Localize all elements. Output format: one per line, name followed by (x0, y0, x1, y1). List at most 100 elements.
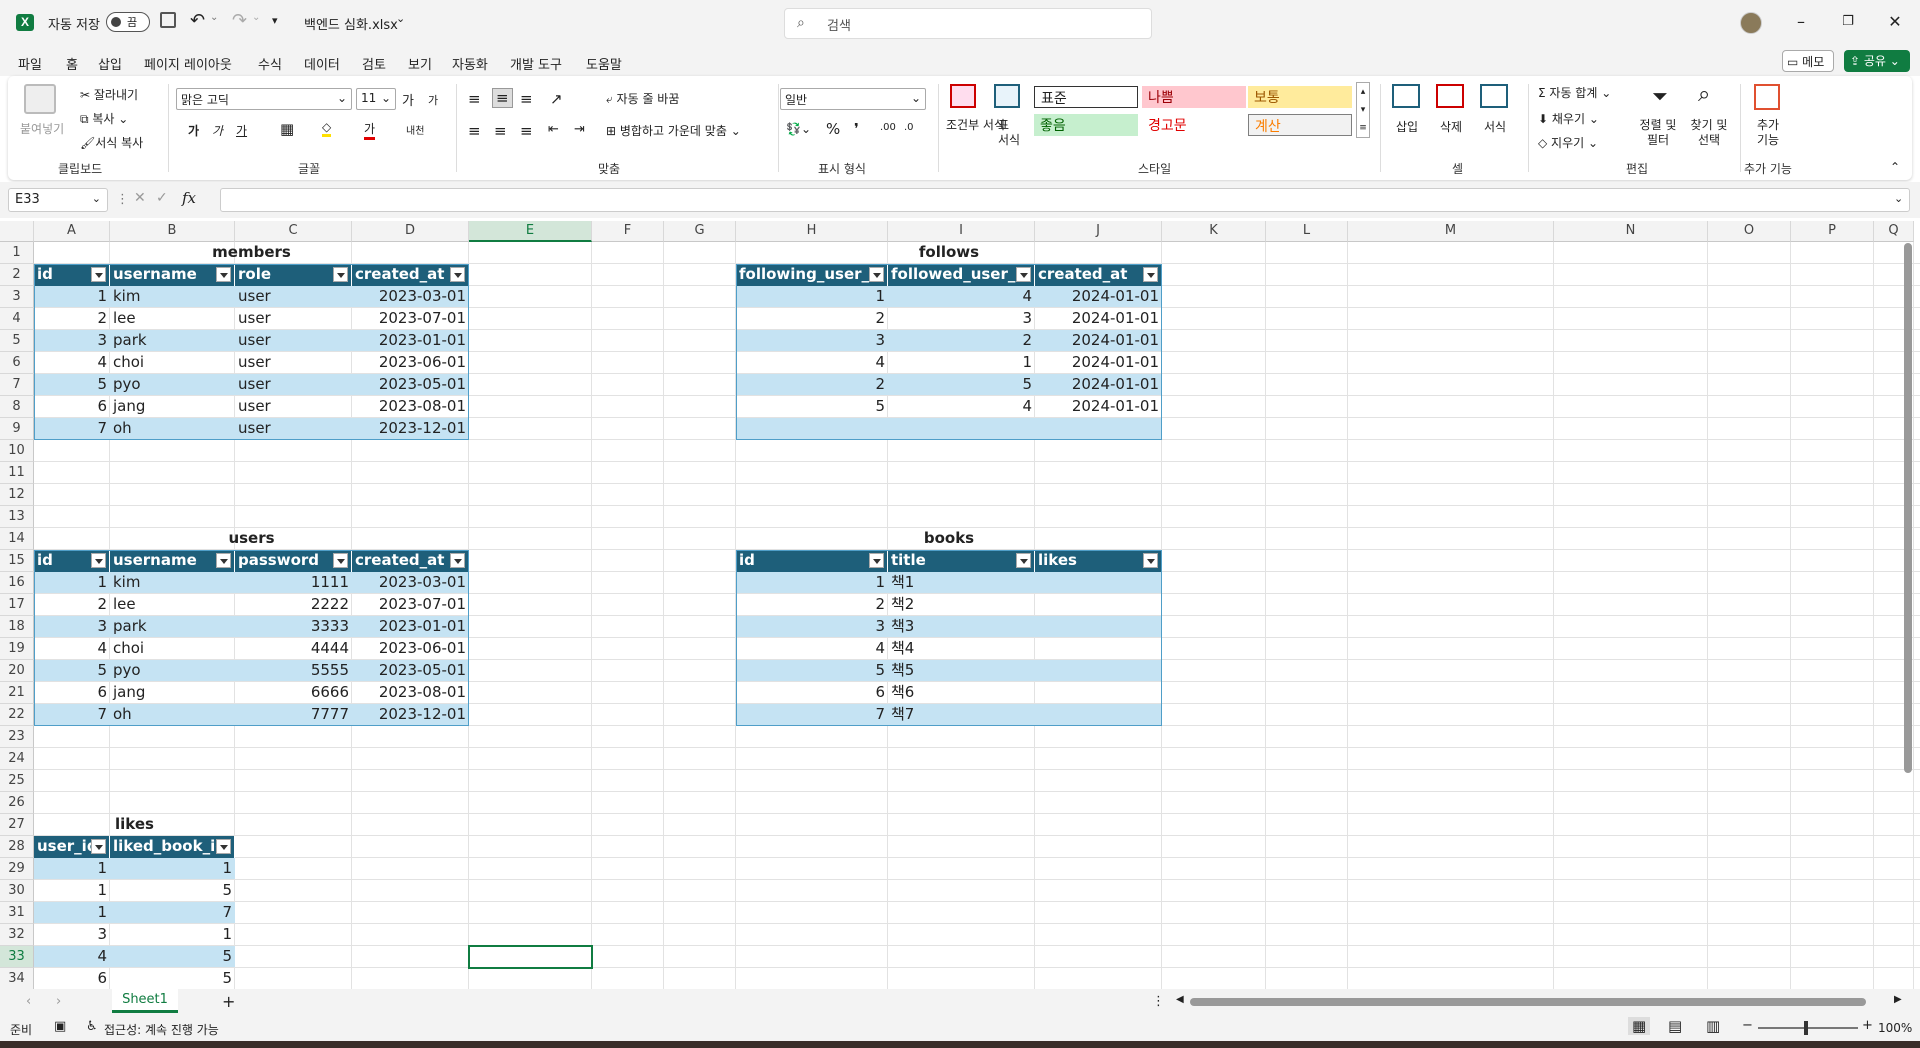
tab-data[interactable]: 데이터 (304, 54, 340, 73)
paste-button[interactable]: 붙여넣기 (20, 120, 64, 137)
row-header-31[interactable]: 31 (0, 902, 34, 924)
clear-button[interactable]: ◇ 지우기 ⌄ (1538, 134, 1598, 151)
fill-color-icon[interactable]: ◇ (322, 120, 332, 137)
filter-dropdown-icon[interactable] (91, 839, 106, 854)
zoom-slider[interactable] (1758, 1027, 1858, 1029)
filter-dropdown-icon[interactable] (216, 839, 231, 854)
insert-cells-icon[interactable] (1392, 84, 1420, 108)
merge-center-button[interactable]: ⊞ 병합하고 가운데 맞춤 ⌄ (606, 122, 741, 139)
font-size-dropdown[interactable]: 11 ⌄ (356, 88, 396, 110)
shrink-font-button[interactable]: 가 (428, 92, 438, 108)
page-break-view-icon[interactable]: ▥ (1706, 1017, 1720, 1035)
delete-cells-icon[interactable] (1436, 84, 1464, 108)
orientation-icon[interactable]: ↗ (550, 90, 563, 108)
share-button[interactable]: ⇪ 공유 ⌄ (1844, 50, 1910, 72)
bold-button[interactable]: 가 (188, 122, 199, 139)
row-header-19[interactable]: 19 (0, 638, 34, 660)
decrease-decimal-icon[interactable]: .0 (904, 122, 914, 133)
format-cells-button[interactable]: 서식 (1484, 118, 1506, 135)
tab-file[interactable]: 파일 (18, 54, 42, 73)
row-header-30[interactable]: 30 (0, 880, 34, 902)
style-warning[interactable]: 경고문 (1142, 114, 1246, 136)
row-header-6[interactable]: 6 (0, 352, 34, 374)
wrap-text-button[interactable]: ⤶ 자동 줄 바꿈 (606, 90, 679, 107)
more-icon[interactable]: ⋮ (116, 192, 129, 207)
row-header-32[interactable]: 32 (0, 924, 34, 946)
copy-button[interactable]: ⧉ 복사 ⌄ (80, 110, 128, 127)
number-format-dropdown[interactable]: 일반 ⌄ (780, 88, 926, 110)
insert-cells-button[interactable]: 삽입 (1396, 118, 1418, 135)
tab-formulas[interactable]: 수식 (258, 54, 282, 73)
zoom-in-icon[interactable]: + (1862, 1018, 1873, 1033)
format-painter-button[interactable]: 🖌서식 복사 (80, 134, 143, 151)
row-header-16[interactable]: 16 (0, 572, 34, 594)
column-header-Q[interactable]: Q (1874, 221, 1914, 242)
row-header-15[interactable]: 15 (0, 550, 34, 572)
row-header-34[interactable]: 34 (0, 968, 34, 989)
style-normal[interactable]: 표준 (1034, 86, 1138, 108)
table-header-likes-user_id[interactable]: user_id (34, 836, 110, 858)
column-header-K[interactable]: K (1162, 221, 1266, 242)
table-cell-likes[interactable]: 5 (110, 880, 235, 902)
style-calculation[interactable]: 계산 (1248, 114, 1352, 136)
phonetic-icon[interactable]: 내천 (406, 122, 424, 137)
zoom-out-icon[interactable]: − (1742, 1018, 1753, 1033)
column-header-P[interactable]: P (1791, 221, 1874, 242)
column-header-G[interactable]: G (664, 221, 736, 242)
conditional-format-icon[interactable] (950, 84, 976, 108)
accessibility-status[interactable]: 접근성: 계속 진행 가능 (104, 1021, 219, 1038)
row-header-21[interactable]: 21 (0, 682, 34, 704)
tab-insert[interactable]: 삽입 (98, 54, 122, 73)
macro-record-icon[interactable]: ▣ (54, 1019, 66, 1034)
column-header-H[interactable]: H (736, 221, 888, 242)
autosum-button[interactable]: Σ 자동 합계 ⌄ (1538, 84, 1611, 101)
normal-view-icon[interactable]: ▦ (1628, 1017, 1651, 1035)
table-cell-likes[interactable]: 1 (110, 924, 235, 946)
italic-button[interactable]: 가 (212, 122, 223, 139)
underline-button[interactable]: 가 (236, 122, 247, 139)
table-cell-likes[interactable]: 5 (110, 968, 235, 989)
cancel-icon[interactable]: ✕ (134, 190, 146, 206)
autosave-toggle[interactable]: 끔 (106, 12, 150, 32)
tab-review[interactable]: 검토 (362, 54, 386, 73)
row-header-7[interactable]: 7 (0, 374, 34, 396)
filename-chevron-icon[interactable]: ⌄ (396, 12, 405, 25)
style-good[interactable]: 좋음 (1034, 114, 1138, 136)
add-sheet-icon[interactable]: + (222, 992, 235, 1011)
decrease-indent-icon[interactable]: ⇤ (548, 122, 559, 137)
undo-dropdown-icon[interactable]: ⌄ (210, 12, 218, 23)
file-name[interactable]: 백엔드 심화.xlsx (304, 14, 398, 33)
row-header-29[interactable]: 29 (0, 858, 34, 880)
expand-formula-icon[interactable]: ⌄ (1894, 192, 1903, 205)
column-header-C[interactable]: C (235, 221, 352, 242)
format-as-table-icon[interactable] (994, 84, 1020, 108)
zoom-level[interactable]: 100% (1878, 1021, 1912, 1035)
scroll-right-icon[interactable]: ▶ (1894, 994, 1902, 1005)
accessibility-icon[interactable]: ♿ (86, 1019, 98, 1034)
font-name-dropdown[interactable]: 맑은 고딕 ⌄ (176, 88, 352, 110)
sort-filter-button[interactable]: 정렬 및 필터 (1638, 118, 1678, 148)
column-header-F[interactable]: F (592, 221, 664, 242)
formula-input[interactable] (220, 188, 1910, 212)
align-top-icon[interactable]: ≡ (468, 90, 481, 108)
table-cell-likes[interactable]: 5 (110, 946, 235, 968)
table-cell-likes[interactable]: 1 (34, 858, 110, 880)
column-header-D[interactable]: D (352, 221, 469, 242)
fill-button[interactable]: ⬇ 채우기 ⌄ (1538, 110, 1599, 127)
selected-cell-E33[interactable] (468, 945, 593, 969)
row-header-9[interactable]: 9 (0, 418, 34, 440)
worksheet-grid[interactable]: A B C D E F G H I J K L M N O P Q 1 2 3 4 5 6 7 8 9 10 11 12 13 14 15 16… (0, 221, 1920, 989)
restore-icon[interactable]: ❐ (1833, 10, 1863, 34)
name-box[interactable]: E33 ⌄ (8, 188, 108, 212)
row-header-26[interactable]: 26 (0, 792, 34, 814)
conditional-format-button[interactable]: 조건부 서식 (946, 118, 1005, 133)
row-header-23[interactable]: 23 (0, 726, 34, 748)
collapse-ribbon-icon[interactable]: ⌃ (1890, 160, 1900, 174)
tab-developer[interactable]: 개발 도구 (510, 54, 562, 73)
zoom-thumb[interactable] (1804, 1021, 1808, 1035)
column-header-B[interactable]: B (110, 221, 235, 242)
tab-help[interactable]: 도움말 (586, 54, 622, 73)
next-sheet-icon[interactable]: › (56, 994, 61, 1009)
prev-sheet-icon[interactable]: ‹ (26, 994, 31, 1009)
row-header-13[interactable]: 13 (0, 506, 34, 528)
